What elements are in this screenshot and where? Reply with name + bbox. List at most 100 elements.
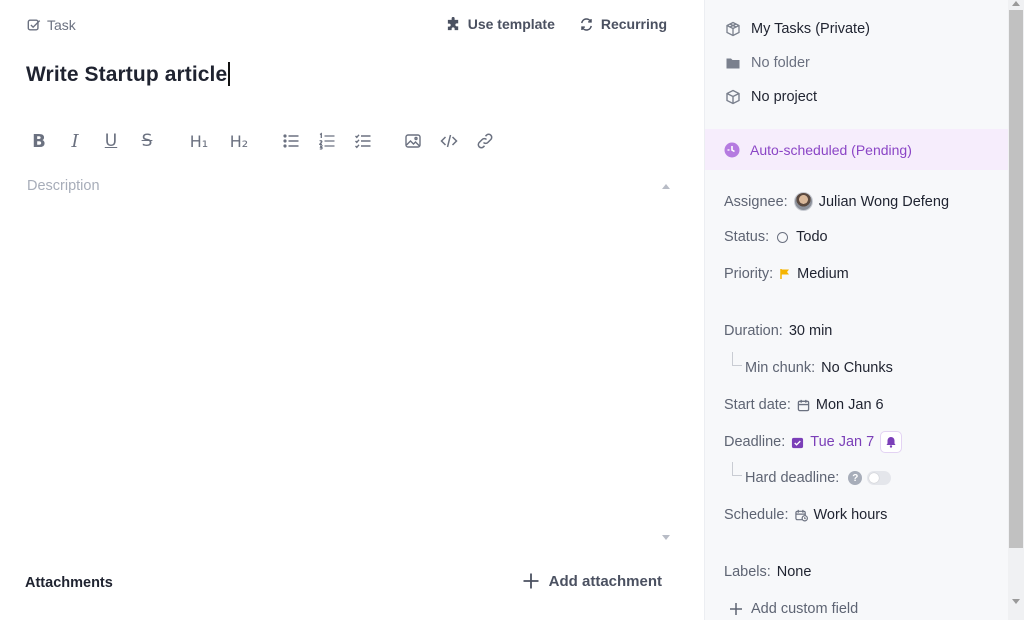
folder-value: No folder bbox=[751, 55, 810, 71]
scrollbar-down-arrow[interactable] bbox=[1012, 599, 1020, 604]
start-date-field[interactable]: Start date: Mon Jan 6 bbox=[724, 397, 884, 413]
task-type-text: Task bbox=[47, 17, 76, 33]
underline-button[interactable]: U bbox=[98, 126, 124, 156]
deadline-reminder-button[interactable] bbox=[880, 431, 903, 453]
add-attachment-label: Add attachment bbox=[548, 572, 662, 590]
puzzle-icon bbox=[447, 16, 458, 30]
deadline-label: Deadline: bbox=[724, 434, 786, 450]
editor-toolbar: B I U S H₁ H₂ bbox=[26, 126, 508, 156]
start-date-value: Mon Jan 6 bbox=[815, 397, 884, 413]
recurring-button[interactable]: Recurring bbox=[579, 16, 667, 32]
checkbox-icon bbox=[27, 19, 41, 31]
schedule-label: Schedule: bbox=[724, 507, 789, 523]
add-custom-field-button[interactable]: Add custom field bbox=[729, 601, 858, 617]
sidebar-scrollbar-thumb[interactable] bbox=[1009, 10, 1023, 548]
workspace-value: My Tasks (Private) bbox=[751, 21, 870, 37]
priority-field[interactable]: Priority: Medium bbox=[724, 266, 849, 282]
link-icon bbox=[477, 133, 493, 149]
min-chunk-connector bbox=[732, 352, 742, 366]
task-properties-sidebar: My Tasks (Private) No folder No project … bbox=[704, 0, 1024, 620]
task-title-input[interactable]: Write Startup article bbox=[26, 62, 230, 87]
calendar-check-icon bbox=[792, 437, 804, 448]
use-template-button[interactable]: Use template bbox=[446, 16, 555, 32]
auto-scheduled-banner[interactable]: Auto-scheduled (Pending) bbox=[705, 129, 1009, 170]
checklist-icon bbox=[355, 134, 371, 149]
schedule-field[interactable]: Schedule: Work hours bbox=[724, 507, 887, 523]
calendar-clock-icon bbox=[794, 509, 808, 521]
priority-label: Priority: bbox=[724, 266, 774, 282]
bold-button[interactable]: B bbox=[26, 126, 52, 156]
deadline-value: Tue Jan 7 bbox=[810, 434, 875, 450]
avatar bbox=[793, 192, 813, 211]
project-selector[interactable]: No project bbox=[724, 88, 817, 106]
start-date-label: Start date: bbox=[724, 397, 791, 413]
task-header: Task Use template Recurring bbox=[0, 0, 704, 52]
status-field[interactable]: Status: Todo bbox=[724, 229, 828, 245]
plus-icon bbox=[730, 603, 742, 615]
labels-field[interactable]: Labels: None bbox=[724, 564, 811, 580]
help-icon[interactable]: ? bbox=[848, 471, 863, 485]
description-scroll-down[interactable] bbox=[662, 535, 670, 540]
bullet-list-button[interactable] bbox=[278, 126, 304, 156]
strikethrough-button[interactable]: S bbox=[134, 126, 160, 156]
add-custom-field-label: Add custom field bbox=[751, 601, 859, 617]
project-box-icon bbox=[726, 89, 740, 105]
task-type-label: Task bbox=[27, 17, 76, 33]
flag-icon bbox=[780, 269, 790, 279]
link-button[interactable] bbox=[472, 126, 498, 156]
hard-deadline-connector bbox=[732, 462, 742, 476]
workspace-cube-icon bbox=[726, 21, 740, 37]
priority-value: Medium bbox=[797, 266, 849, 282]
numbered-list-button[interactable] bbox=[314, 126, 340, 156]
italic-button[interactable]: I bbox=[62, 126, 88, 156]
deadline-field[interactable]: Deadline: Tue Jan 7 bbox=[724, 431, 903, 453]
labels-value: None bbox=[776, 564, 812, 580]
folder-icon bbox=[726, 58, 740, 69]
text-caret bbox=[228, 62, 230, 86]
project-value: No project bbox=[751, 89, 818, 105]
recurring-label: Recurring bbox=[600, 16, 667, 32]
status-label: Status: bbox=[724, 229, 770, 245]
todo-circle-icon bbox=[777, 231, 789, 243]
workspace-selector[interactable]: My Tasks (Private) bbox=[724, 20, 870, 38]
checklist-button[interactable] bbox=[350, 126, 376, 156]
add-attachment-button[interactable]: Add attachment bbox=[522, 572, 662, 590]
task-editor-pane: Task Use template Recurring Write Startu… bbox=[0, 0, 704, 620]
auto-schedule-icon bbox=[724, 142, 740, 157]
assignee-label: Assignee: bbox=[724, 193, 788, 210]
task-title-text: Write Startup article bbox=[26, 63, 228, 86]
min-chunk-value: No Chunks bbox=[821, 360, 893, 376]
numbered-list-icon bbox=[319, 132, 335, 150]
repeat-icon bbox=[580, 17, 592, 31]
labels-label: Labels: bbox=[724, 564, 771, 580]
code-button[interactable] bbox=[436, 126, 462, 156]
bullet-list-icon bbox=[283, 134, 299, 148]
image-icon bbox=[405, 134, 421, 148]
heading2-button[interactable]: H₂ bbox=[224, 126, 254, 156]
use-template-label: Use template bbox=[467, 16, 555, 32]
duration-value: 30 min bbox=[788, 323, 833, 339]
folder-selector[interactable]: No folder bbox=[724, 54, 810, 72]
duration-label: Duration: bbox=[724, 323, 783, 339]
heading1-button[interactable]: H₁ bbox=[184, 126, 214, 156]
hard-deadline-label: Hard deadline: bbox=[745, 470, 840, 486]
schedule-value: Work hours bbox=[813, 507, 888, 523]
hard-deadline-field: Hard deadline: ? bbox=[745, 470, 892, 486]
description-editor[interactable]: Description bbox=[27, 178, 100, 194]
assignee-value: Julian Wong Defeng bbox=[818, 193, 950, 210]
min-chunk-field[interactable]: Min chunk: No Chunks bbox=[745, 360, 893, 376]
hard-deadline-toggle[interactable] bbox=[867, 471, 892, 485]
code-icon bbox=[440, 134, 458, 148]
auto-scheduled-text: Auto-scheduled (Pending) bbox=[750, 141, 912, 158]
status-value: Todo bbox=[796, 229, 828, 245]
attachments-heading: Attachments bbox=[25, 575, 113, 591]
insert-image-button[interactable] bbox=[400, 126, 426, 156]
calendar-icon bbox=[797, 399, 810, 411]
scrollbar-up-arrow[interactable] bbox=[1012, 1, 1020, 6]
duration-field[interactable]: Duration: 30 min bbox=[724, 323, 832, 339]
bell-icon bbox=[886, 437, 896, 448]
assignee-field[interactable]: Assignee: Julian Wong Defeng bbox=[724, 192, 949, 211]
min-chunk-label: Min chunk: bbox=[745, 360, 816, 376]
plus-icon bbox=[523, 573, 539, 589]
description-scroll-up[interactable] bbox=[662, 184, 670, 189]
